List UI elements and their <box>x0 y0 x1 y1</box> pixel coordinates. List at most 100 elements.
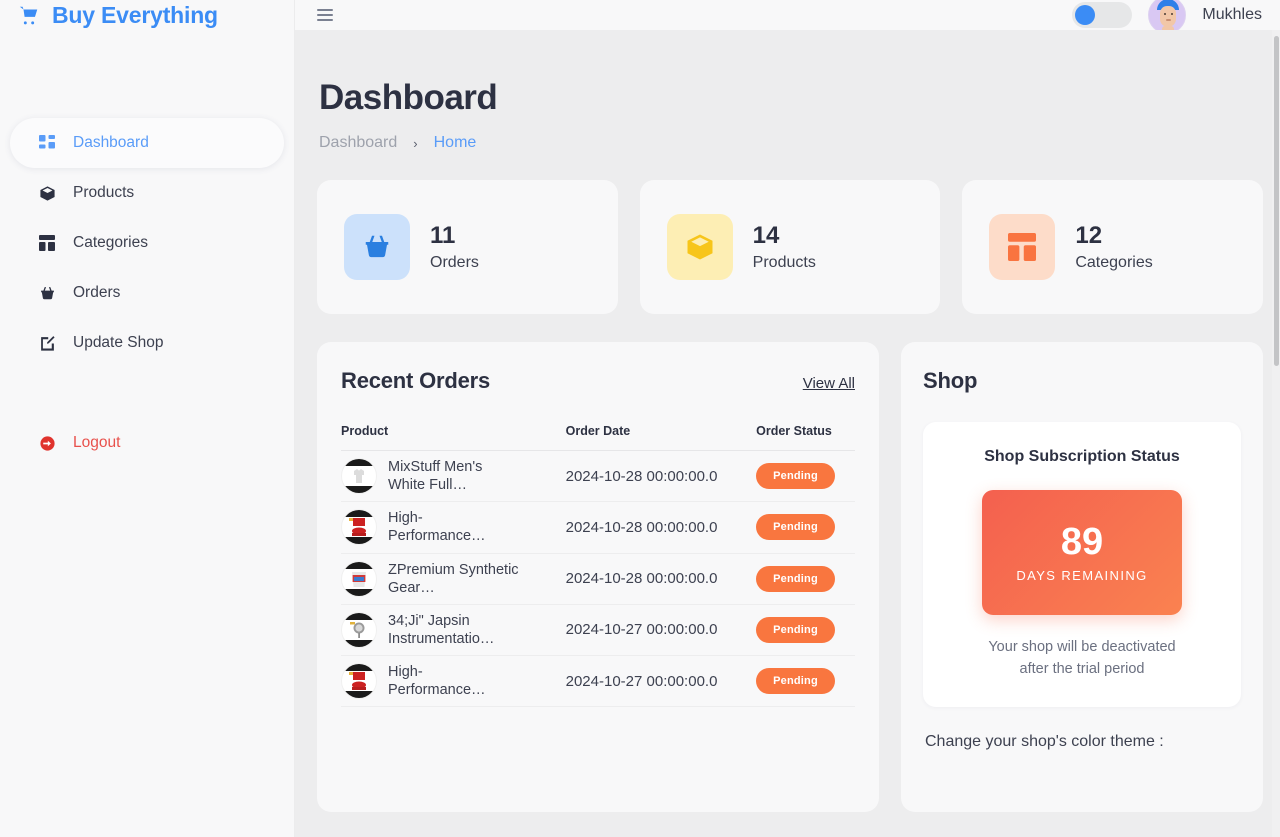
stat-card-categories[interactable]: 12 Categories <box>962 180 1264 314</box>
shop-subscription-card: Shop Subscription Status 89 DAYS REMAINI… <box>923 422 1241 707</box>
breadcrumb-parent: Dashboard <box>319 134 398 151</box>
scrollbar-thumb[interactable] <box>1274 36 1279 366</box>
days-remaining-value: 89 <box>1060 520 1104 563</box>
page-content: Dashboard Dashboard › Home 11 Orders 14 … <box>295 30 1280 837</box>
sidebar-nav: Dashboard Products Categories Orders Upd… <box>0 118 294 468</box>
sidebar: Buy Everything Dashboard Products Catego… <box>0 0 295 837</box>
dashboard-app: Buy Everything Dashboard Products Catego… <box>0 0 1280 837</box>
table-row[interactable]: MixStuff Men's White Full… 2024-10-28 00… <box>341 450 855 503</box>
chevron-right-icon: › <box>413 135 418 151</box>
cell-product: ZPremium Synthetic Gear… <box>341 553 566 605</box>
basket-icon <box>38 285 56 302</box>
status-badge: Pending <box>756 514 835 541</box>
topbar-right: Mukhles <box>1072 0 1280 34</box>
sidebar-item-label: Update Shop <box>73 334 164 351</box>
sidebar-item-update-shop[interactable]: Update Shop <box>10 318 284 368</box>
status-badge: Pending <box>756 463 835 490</box>
column-header-product: Product <box>341 424 566 451</box>
column-header-order-status: Order Status <box>756 424 855 451</box>
red-machine-thumbnail <box>341 663 377 700</box>
gauge-thumbnail <box>341 611 377 648</box>
subscription-status-title: Shop Subscription Status <box>984 448 1180 465</box>
subscription-note: Your shop will be deactivated after the … <box>941 637 1223 681</box>
theme-change-label: Change your shop's color theme : <box>925 732 1164 750</box>
sidebar-item-categories[interactable]: Categories <box>10 218 284 268</box>
layout-grid-icon <box>989 214 1056 280</box>
stat-label: Products <box>752 253 816 271</box>
stat-label: Categories <box>1075 253 1153 271</box>
recent-orders-panel: Recent Orders View All Product Order Dat… <box>317 342 879 812</box>
table-row[interactable]: 34;Ji" Japsin Instrumentatio… 2024-10-27… <box>341 604 855 657</box>
days-remaining-label: DAYS REMAINING <box>1016 567 1148 583</box>
stat-card-orders[interactable]: 11 Orders <box>317 180 618 314</box>
sidebar-item-dashboard[interactable]: Dashboard <box>10 118 284 168</box>
subscription-note-line1: Your shop will be deactivated <box>988 639 1176 655</box>
shop-panel: Shop Shop Subscription Status 89 DAYS RE… <box>901 342 1263 812</box>
hamburger-menu-icon[interactable] <box>317 9 333 21</box>
cell-product: MixStuff Men's White Full… <box>341 450 566 503</box>
cell-order-date: 2024-10-27 00:00:00.0 <box>565 655 757 708</box>
stat-cards: 11 Orders 14 Products 12 Categories <box>317 180 1264 314</box>
box-icon <box>38 185 56 202</box>
product-name: High-Performance… <box>388 510 486 545</box>
breadcrumb: Dashboard › Home <box>317 134 1263 152</box>
brand-logo[interactable]: Buy Everything <box>0 0 294 30</box>
layout-grid-icon <box>38 235 56 251</box>
box-icon <box>666 214 733 280</box>
table-header-row: Product Order Date Order Status <box>341 424 855 451</box>
cell-order-status: Pending <box>756 604 855 657</box>
stat-value: 14 <box>752 222 780 250</box>
subscription-note-line2: after the trial period <box>1019 660 1145 677</box>
sidebar-item-label: Products <box>73 184 135 201</box>
product-name: High-Performance… <box>388 664 486 699</box>
cell-product: High-Performance… <box>341 655 566 708</box>
recent-orders-header: Recent Orders View All <box>341 368 855 394</box>
product-name: 34;Ji" Japsin Instrumentatio… <box>388 612 495 647</box>
sidebar-item-label: Logout <box>73 434 121 451</box>
breadcrumb-current[interactable]: Home <box>434 134 477 152</box>
theme-toggle[interactable] <box>1072 2 1133 28</box>
stat-value: 11 <box>430 222 456 250</box>
table-row[interactable]: ZPremium Synthetic Gear… 2024-10-28 00:0… <box>341 553 855 605</box>
sidebar-item-label: Dashboard <box>73 134 149 151</box>
sidebar-item-logout[interactable]: Logout <box>10 418 284 468</box>
user-avatar[interactable] <box>1148 0 1187 34</box>
dashboard-panels: Recent Orders View All Product Order Dat… <box>317 342 1263 812</box>
shirt-thumbnail <box>341 458 377 495</box>
edit-square-icon <box>38 335 56 352</box>
sidebar-item-label: Categories <box>73 234 148 251</box>
page-title: Dashboard <box>319 78 498 117</box>
cell-order-date: 2024-10-28 00:00:00.0 <box>565 553 757 605</box>
red-machine-thumbnail <box>341 509 377 546</box>
page-scrollbar[interactable] <box>1272 30 1280 837</box>
sidebar-item-orders[interactable]: Orders <box>10 268 284 318</box>
brand-name: Buy Everything <box>52 1 218 28</box>
recent-orders-table: Product Order Date Order Status MixStuff… <box>341 424 855 708</box>
shopping-cart-icon <box>18 4 40 26</box>
avatar-mouth <box>1166 19 1172 21</box>
cell-order-date: 2024-10-28 00:00:00.0 <box>565 501 757 554</box>
product-name: MixStuff Men's White Full… <box>388 459 483 494</box>
cell-product: 34;Ji" Japsin Instrumentatio… <box>341 604 566 657</box>
cell-order-date: 2024-10-27 00:00:00.0 <box>565 604 757 657</box>
avatar-face <box>1160 6 1177 27</box>
stat-value: 12 <box>1075 222 1103 250</box>
cell-order-status: Pending <box>756 450 855 503</box>
view-all-link[interactable]: View All <box>803 375 855 392</box>
sidebar-item-products[interactable]: Products <box>10 168 284 218</box>
stat-card-products[interactable]: 14 Products <box>639 180 941 314</box>
status-badge: Pending <box>756 668 835 695</box>
column-header-order-date: Order Date <box>565 424 757 451</box>
main-area: Mukhles Dashboard Dashboard › Home 11 Or… <box>295 0 1280 837</box>
basket-icon <box>344 214 410 280</box>
cell-product: High-Performance… <box>341 501 566 554</box>
grid-dashboard-icon <box>38 135 56 151</box>
cell-order-status: Pending <box>756 655 855 708</box>
table-row[interactable]: High-Performance… 2024-10-27 00:00:00.0 … <box>341 655 855 708</box>
stat-label: Orders <box>430 253 479 271</box>
sidebar-item-label: Orders <box>73 284 121 301</box>
recent-orders-title: Recent Orders <box>341 368 491 393</box>
username-label: Mukhles <box>1202 6 1262 23</box>
table-row[interactable]: High-Performance… 2024-10-28 00:00:00.0 … <box>341 501 855 554</box>
